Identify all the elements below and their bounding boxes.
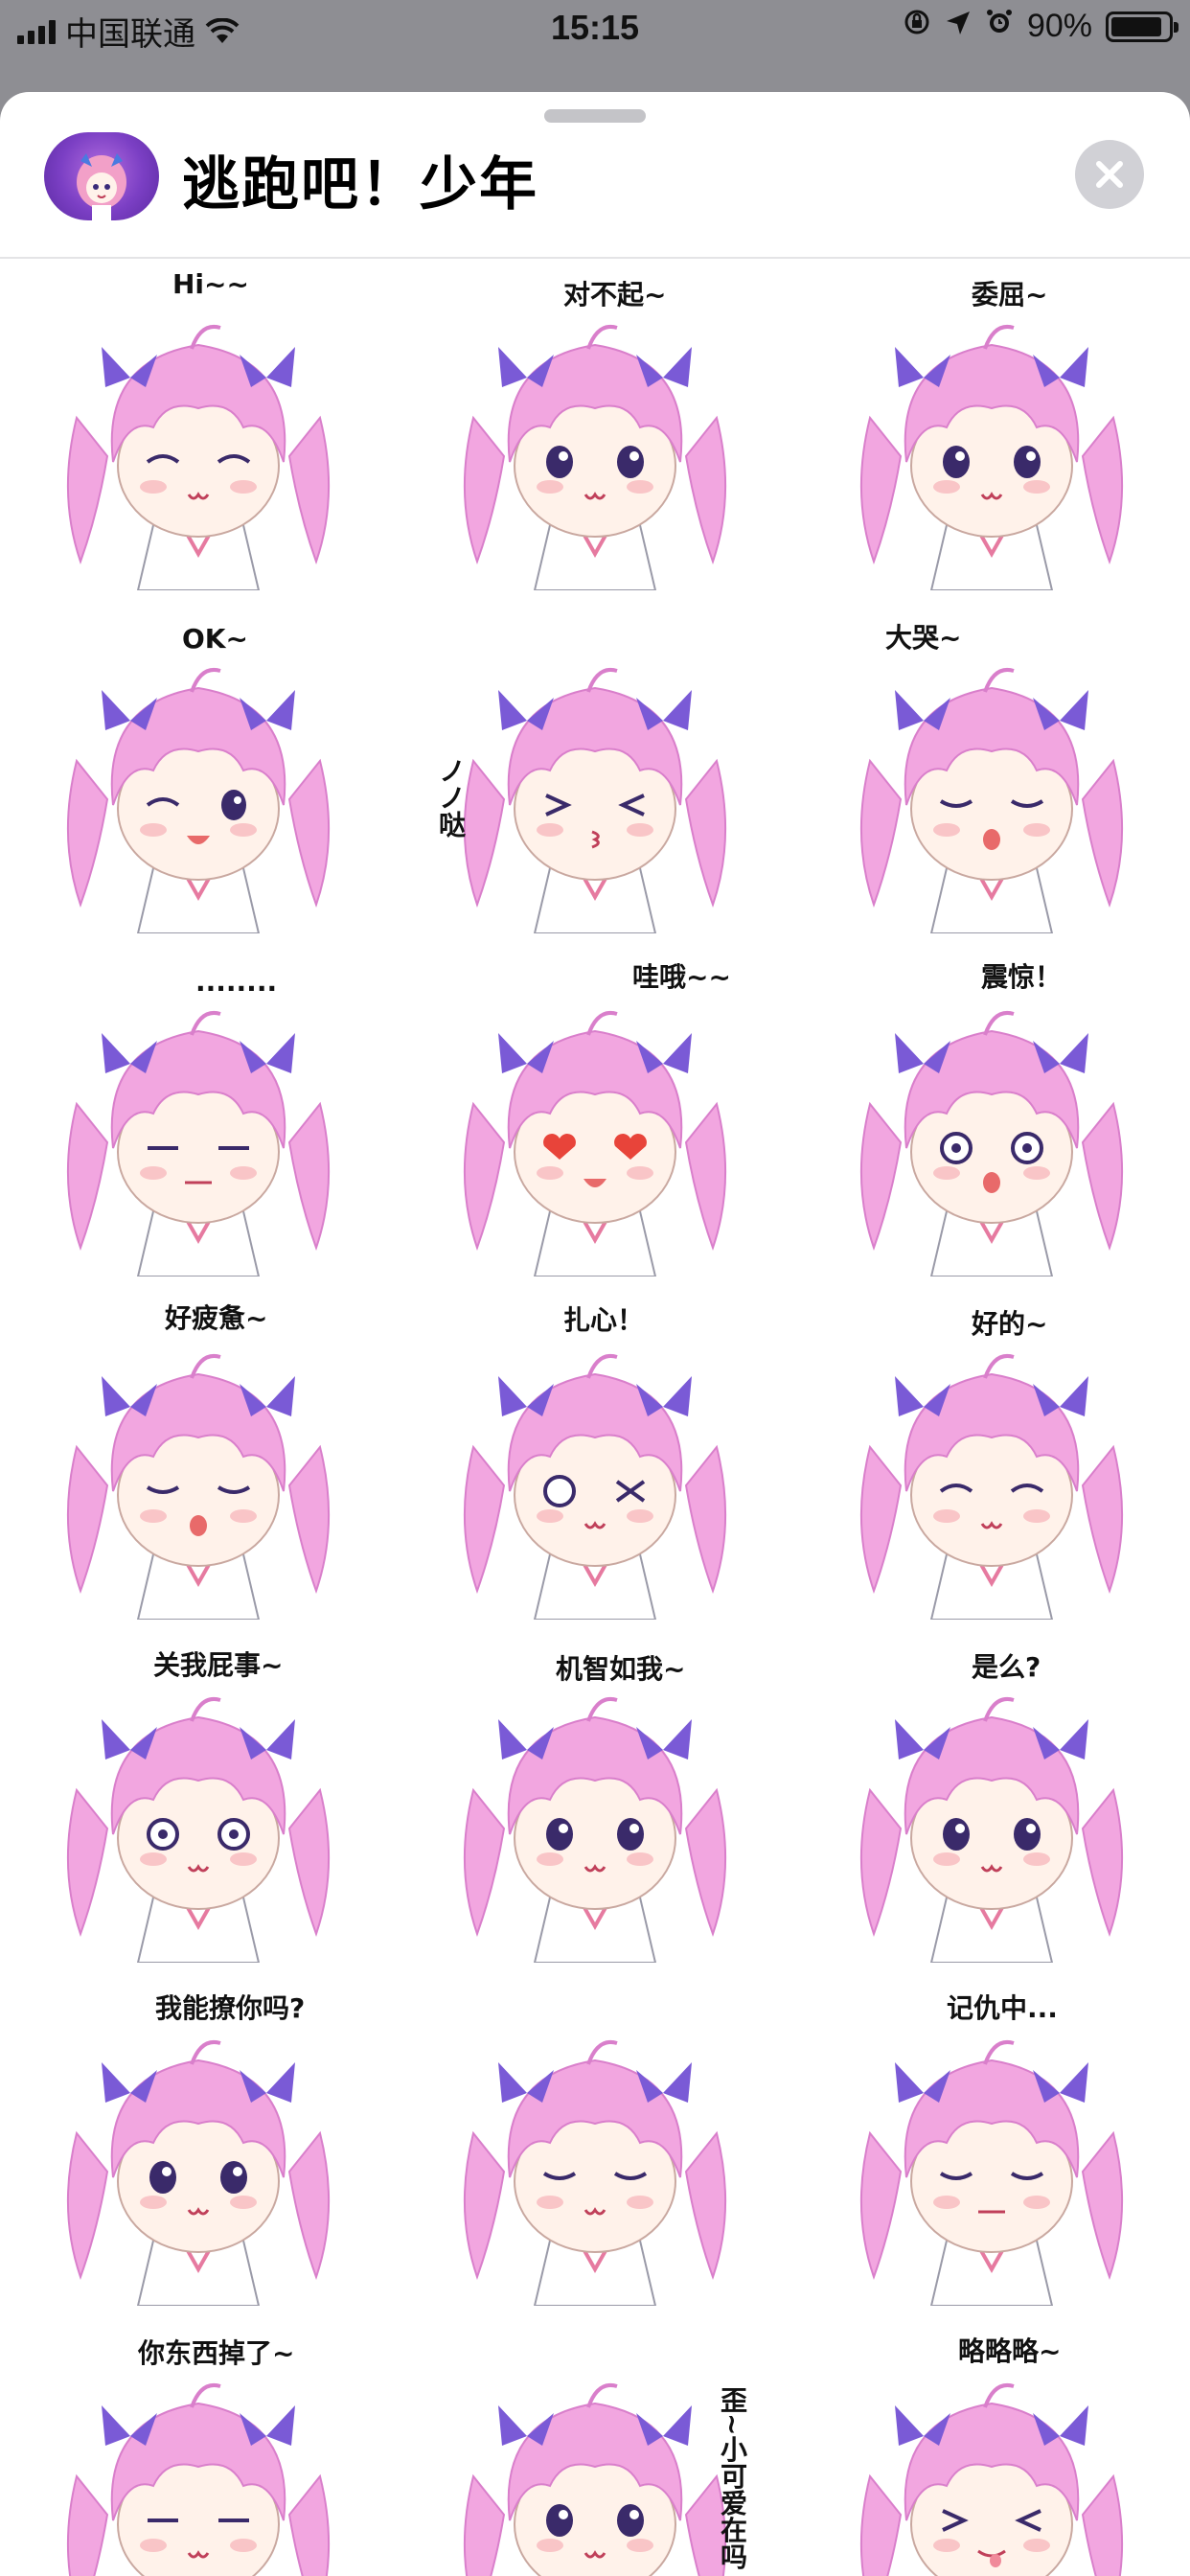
- sticker-caption: 我能撩你吗?: [155, 1992, 306, 2024]
- sticker-cell[interactable]: 歪~小可爱在吗: [397, 2319, 793, 2576]
- sticker-phone-image: [463, 2383, 727, 2576]
- sticker-cell[interactable]: 机智如我~: [397, 1633, 793, 1976]
- alarm-icon: [985, 8, 1014, 45]
- sticker-tired-image: [66, 1354, 331, 1620]
- sticker-pout-image: [859, 325, 1124, 590]
- sticker-happy-image: [859, 1354, 1124, 1620]
- page-title: 逃跑吧！少年: [182, 151, 538, 218]
- status-right: 90%: [903, 8, 1179, 45]
- sticker-question-image: [859, 1697, 1124, 1963]
- sticker-caption: 记仇中...: [947, 1992, 1058, 2024]
- sticker-sad-image: [463, 325, 727, 590]
- sticker-smug-image: [463, 1697, 727, 1963]
- sticker-caption: OK~: [182, 623, 248, 655]
- sticker-cell[interactable]: 对不起~: [397, 261, 793, 604]
- sticker-caption: 好的~: [972, 1308, 1048, 1340]
- sticker-caption: 哇哦~~: [632, 961, 731, 993]
- sticker-cell[interactable]: 记仇中...: [793, 1976, 1190, 2319]
- sticker-wink-image: [66, 668, 331, 933]
- sticker-caption: 关我屁事~: [153, 1649, 284, 1681]
- sticker-cell[interactable]: Hi~~: [0, 261, 397, 604]
- sticker-cell[interactable]: 扎心！: [397, 1290, 793, 1633]
- location-icon: [945, 8, 972, 45]
- sticker-cell[interactable]: 震惊！: [793, 947, 1190, 1290]
- sticker-caption: 对不起~: [563, 279, 667, 310]
- sticker-cell[interactable]: OK~: [0, 604, 397, 947]
- sticker-caption: ........: [195, 966, 278, 998]
- sticker-caption: 机智如我~: [556, 1653, 686, 1685]
- sticker-sheet: 逃跑吧！少年 Hi~~ 对不起~ 委屈~ OK~ ノノ哒 大哭~ .......…: [0, 92, 1190, 2576]
- carrier-label: 中国联通: [65, 16, 195, 53]
- sticker-cell[interactable]: 略略略~: [793, 2319, 1190, 2576]
- orientation-lock-icon: [903, 8, 931, 45]
- sticker-sleep-image: [463, 2040, 727, 2306]
- status-left: 中国联通: [17, 8, 240, 55]
- sticker-cell[interactable]: 哇哦~~: [397, 947, 793, 1290]
- sticker-cell[interactable]: 是么?: [793, 1633, 1190, 1976]
- sticker-caption: 略略略~: [958, 2335, 1062, 2367]
- sticker-cell[interactable]: ........: [0, 947, 397, 1290]
- sticker-caption: 是么?: [972, 1651, 1041, 1683]
- sticker-cell[interactable]: 关我屁事~: [0, 1633, 397, 1976]
- sticker-cell[interactable]: 好的~: [793, 1290, 1190, 1633]
- sticker-cell[interactable]: 我能撩你吗?: [0, 1976, 397, 2319]
- close-icon: [1096, 161, 1123, 188]
- sheet-header: 逃跑吧！少年: [0, 92, 1190, 259]
- sticker-cell[interactable]: 委屈~: [793, 261, 1190, 604]
- sticker-caption: 震惊！: [981, 961, 1063, 993]
- wifi-icon: [205, 17, 240, 45]
- status-bar: 中国联通 15:15 90%: [0, 0, 1190, 58]
- sticker-caption: 歪~小可爱在吗: [717, 2386, 748, 2570]
- battery-icon: [1106, 11, 1179, 42]
- sticker-caption: 大哭~: [885, 622, 962, 654]
- sticker-love-image: [463, 1011, 727, 1276]
- sticker-caption: 委屈~: [972, 279, 1048, 310]
- sticker-caption: Hi~~: [172, 268, 249, 300]
- sticker-caption: 扎心！: [563, 1304, 645, 1336]
- app-icon: [44, 132, 159, 220]
- sticker-cell[interactable]: 大哭~: [793, 604, 1190, 947]
- sticker-tease-image: [859, 2383, 1124, 2576]
- sticker-cell[interactable]: 你东西掉了~: [0, 2319, 397, 2576]
- sticker-cell[interactable]: ノノ哒: [397, 604, 793, 947]
- sticker-blank-image: [66, 1697, 331, 1963]
- sticker-shock-image: [859, 1011, 1124, 1276]
- sticker-shy-image: [66, 325, 331, 590]
- sticker-flat-image: [66, 1011, 331, 1276]
- sticker-caption: 你东西掉了~: [138, 2337, 295, 2369]
- battery-percent: 90%: [1026, 8, 1092, 44]
- sticker-caption: 好疲惫~: [165, 1302, 268, 1334]
- sticker-grudge-image: [859, 2040, 1124, 2306]
- sticker-hurt-image: [463, 1354, 727, 1620]
- close-button[interactable]: [1075, 140, 1144, 209]
- signal-icon: [17, 19, 56, 44]
- sticker-rose-image: [66, 2040, 331, 2306]
- sticker-kiss-image: [463, 668, 727, 933]
- sticker-cry-image: [859, 668, 1124, 933]
- sticker-cell[interactable]: [397, 1976, 793, 2319]
- sticker-cell[interactable]: 好疲惫~: [0, 1290, 397, 1633]
- sticker-caption: ノノ哒: [435, 757, 467, 838]
